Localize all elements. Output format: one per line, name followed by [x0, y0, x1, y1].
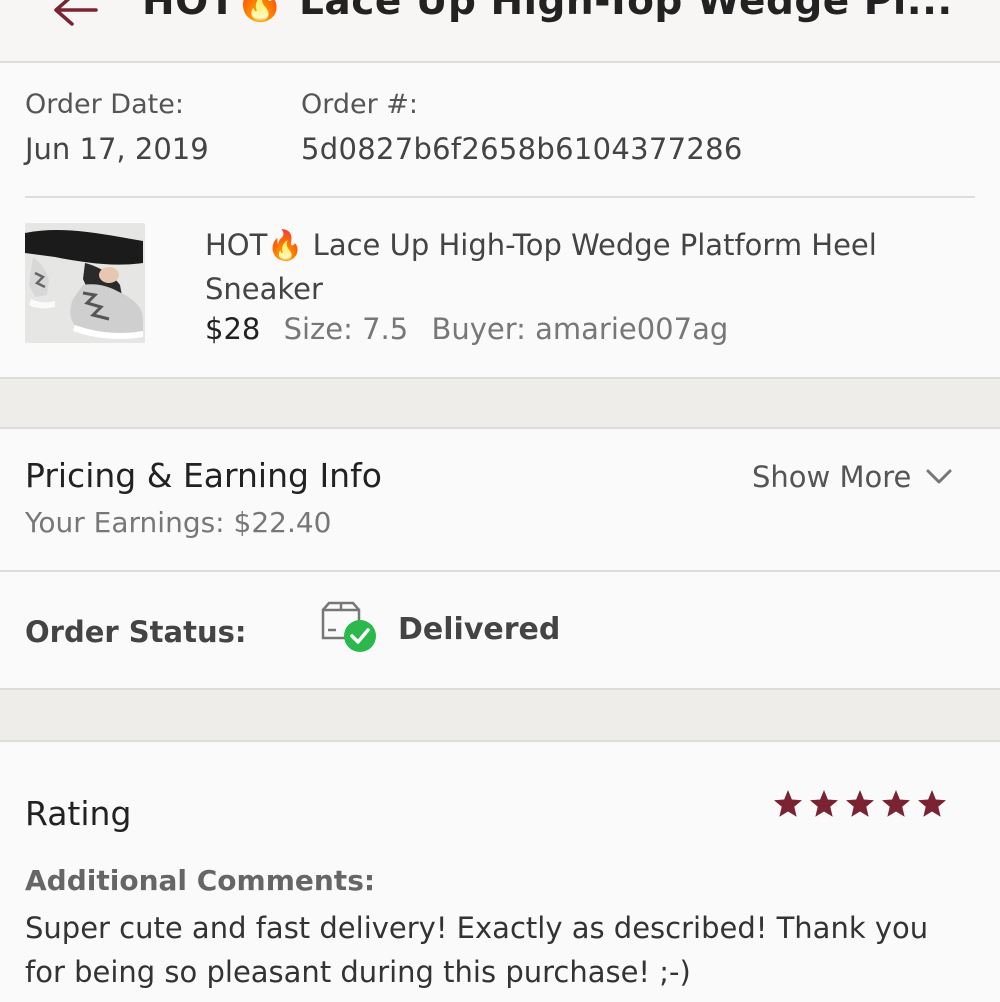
comments-text: Super cute and fast delivery! Exactly as…	[25, 911, 929, 989]
show-more-label: Show More	[752, 460, 912, 494]
section-spacer	[0, 377, 1000, 429]
product-buyer: Buyer: amarie007ag	[431, 312, 729, 346]
back-button[interactable]	[48, 0, 108, 32]
order-status-label: Order Status:	[25, 615, 247, 649]
rating-section: Rating Additional Comments: Super cute a…	[0, 740, 1000, 1002]
star-icon	[774, 790, 802, 817]
box-delivered-icon	[320, 600, 380, 656]
earnings-value: Your Earnings: $22.40	[25, 506, 332, 539]
comments-label: Additional Comments:	[25, 864, 376, 897]
divider	[25, 196, 975, 198]
star-icon	[882, 790, 910, 817]
chevron-down-icon	[926, 469, 952, 484]
product-meta: $28 Size: 7.5 Buyer: amarie007ag	[205, 312, 728, 346]
product-title[interactable]: HOT🔥 Lace Up High-Top Wedge Platform Hee…	[205, 223, 965, 311]
star-icon	[918, 790, 946, 817]
order-status-value: Delivered	[398, 612, 561, 647]
page-title: HOT🔥 Lace Up High-Top Wedge Pl...	[142, 0, 953, 24]
rating-label: Rating	[25, 794, 132, 833]
top-bar: HOT🔥 Lace Up High-Top Wedge Pl...	[0, 0, 1000, 63]
order-number-value: 5d0827b6f2658b6104377286	[301, 132, 743, 166]
star-icon	[846, 790, 874, 817]
show-more-button[interactable]: Show More	[752, 460, 953, 494]
star-icon	[810, 790, 838, 817]
order-date-value: Jun 17, 2019	[25, 132, 209, 166]
order-number-label: Order #:	[301, 89, 419, 120]
section-spacer	[0, 688, 1000, 742]
product-size: Size: 7.5	[283, 312, 409, 346]
pricing-title: Pricing & Earning Info	[25, 456, 382, 495]
pricing-section: Pricing & Earning Info Your Earnings: $2…	[0, 430, 1000, 568]
order-date-label: Order Date:	[25, 89, 184, 120]
sneaker-photo	[25, 223, 145, 343]
star-rating	[772, 788, 952, 820]
order-summary: Order Date: Jun 17, 2019 Order #: 5d0827…	[0, 63, 1000, 377]
order-status-section: Order Status: Delivered	[0, 570, 1000, 690]
arrow-left-icon	[54, 0, 98, 26]
product-price: $28	[205, 312, 261, 346]
product-thumbnail[interactable]	[25, 223, 145, 343]
